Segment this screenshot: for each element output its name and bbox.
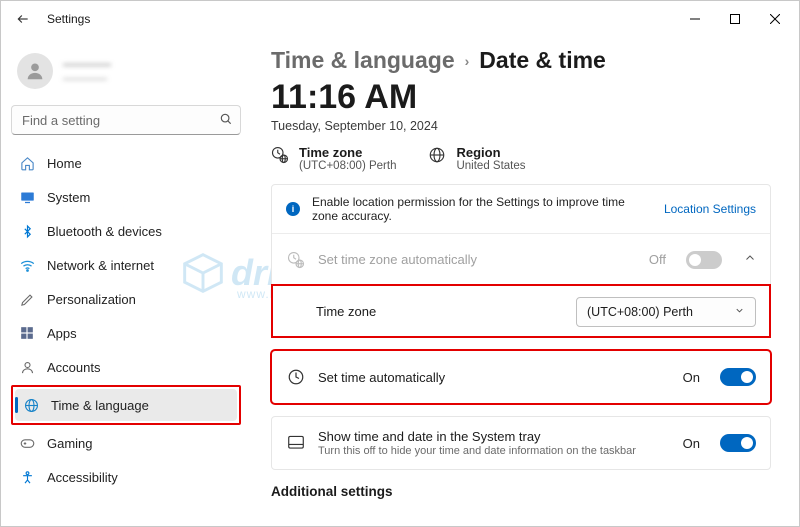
sidebar-item-network[interactable]: Network & internet: [11, 249, 241, 281]
timezone-dropdown[interactable]: (UTC+08:00) Perth: [576, 297, 756, 327]
close-button[interactable]: [755, 5, 795, 33]
apps-icon: [19, 325, 35, 341]
location-banner: i Enable location permission for the Set…: [272, 185, 770, 233]
search-icon: [219, 112, 233, 129]
sidebar-item-label: Time & language: [51, 398, 149, 413]
sidebar-item-label: System: [47, 190, 90, 205]
row-timezone-select: Time zone (UTC+08:00) Perth: [272, 285, 770, 337]
profile-name: ————: [63, 57, 111, 71]
sidebar-item-apps[interactable]: Apps: [11, 317, 241, 349]
sidebar-item-label: Apps: [47, 326, 77, 341]
sidebar-item-accessibility[interactable]: Accessibility: [11, 461, 241, 493]
sidebar-item-system[interactable]: System: [11, 181, 241, 213]
clock: 11:16 AM: [271, 78, 771, 117]
summary-tz-value: (UTC+08:00) Perth: [299, 160, 396, 172]
sidebar: ———— ———— Home System Bluetooth & device…: [1, 37, 251, 526]
gaming-icon: [19, 435, 35, 451]
timezone-icon: [286, 251, 306, 269]
sidebar-item-label: Accounts: [47, 360, 100, 375]
content-area: Time & language › Date & time 11:16 AM T…: [251, 37, 799, 526]
card-timezone: i Enable location permission for the Set…: [271, 184, 771, 338]
sidebar-item-label: Accessibility: [47, 470, 118, 485]
sidebar-item-time-language[interactable]: Time & language: [15, 389, 237, 421]
toggle-state: Off: [649, 252, 666, 267]
profile[interactable]: ———— ————: [11, 45, 241, 97]
banner-text: Enable location permission for the Setti…: [312, 195, 652, 223]
timezone-icon: [271, 146, 289, 167]
row-label: Set time zone automatically: [318, 252, 637, 267]
breadcrumb-parent[interactable]: Time & language: [271, 47, 455, 74]
card-system-tray: Show time and date in the System tray Tu…: [271, 416, 771, 470]
minimize-button[interactable]: [675, 5, 715, 33]
chevron-down-icon: [734, 305, 745, 319]
toggle-system-tray[interactable]: [720, 434, 756, 452]
row-label: Set time automatically: [318, 370, 671, 385]
sidebar-item-label: Bluetooth & devices: [47, 224, 162, 239]
home-icon: [19, 155, 35, 171]
row-system-tray: Show time and date in the System tray Tu…: [272, 417, 770, 469]
chevron-up-icon[interactable]: [744, 252, 756, 267]
summary-region-label: Region: [456, 145, 525, 160]
row-label: Time zone: [316, 304, 564, 319]
toggle-set-time-auto[interactable]: [720, 368, 756, 386]
section-additional: Additional settings: [271, 484, 771, 499]
date-line: Tuesday, September 10, 2024: [271, 119, 771, 133]
sidebar-item-home[interactable]: Home: [11, 147, 241, 179]
summary-timezone: Time zone (UTC+08:00) Perth: [271, 145, 396, 172]
bluetooth-icon: [19, 223, 35, 239]
info-icon: i: [286, 202, 300, 216]
row-set-tz-auto: Set time zone automatically Off: [272, 233, 770, 285]
chevron-right-icon: ›: [465, 53, 470, 69]
toggle-set-tz-auto: [686, 251, 722, 269]
sidebar-item-label: Network & internet: [47, 258, 154, 273]
sidebar-item-accounts[interactable]: Accounts: [11, 351, 241, 383]
system-icon: [19, 189, 35, 205]
row-set-time-auto: Set time automatically On: [272, 351, 770, 403]
sidebar-item-label: Personalization: [47, 292, 136, 307]
sidebar-item-label: Home: [47, 156, 82, 171]
back-button[interactable]: [13, 9, 33, 29]
titlebar: Settings: [1, 1, 799, 37]
window-title: Settings: [47, 12, 90, 26]
summary-region: Region United States: [428, 145, 525, 172]
personalization-icon: [19, 291, 35, 307]
breadcrumb: Time & language › Date & time: [271, 47, 771, 74]
toggle-state: On: [683, 436, 700, 451]
nav: Home System Bluetooth & devices Network …: [11, 147, 241, 493]
toggle-state: On: [683, 370, 700, 385]
wifi-icon: [19, 257, 35, 273]
accounts-icon: [19, 359, 35, 375]
time-language-icon: [23, 397, 39, 413]
profile-email: ————: [63, 73, 111, 85]
location-settings-link[interactable]: Location Settings: [664, 202, 756, 216]
row-sublabel: Turn this off to hide your time and date…: [318, 445, 671, 457]
accessibility-icon: [19, 469, 35, 485]
search-input[interactable]: [11, 105, 241, 135]
sidebar-item-gaming[interactable]: Gaming: [11, 427, 241, 459]
globe-icon: [428, 146, 446, 167]
clock-icon: [286, 368, 306, 386]
row-label: Show time and date in the System tray: [318, 429, 671, 444]
page-title: Date & time: [479, 47, 606, 74]
sidebar-item-bluetooth[interactable]: Bluetooth & devices: [11, 215, 241, 247]
taskbar-icon: [286, 435, 306, 451]
summary-region-value: United States: [456, 160, 525, 172]
sidebar-item-label: Gaming: [47, 436, 93, 451]
dropdown-value: (UTC+08:00) Perth: [587, 305, 693, 319]
avatar: [17, 53, 53, 89]
sidebar-item-personalization[interactable]: Personalization: [11, 283, 241, 315]
highlight-sidebar-item: Time & language: [11, 385, 241, 425]
maximize-button[interactable]: [715, 5, 755, 33]
card-set-time-auto: Set time automatically On: [271, 350, 771, 404]
summary-tz-label: Time zone: [299, 145, 396, 160]
